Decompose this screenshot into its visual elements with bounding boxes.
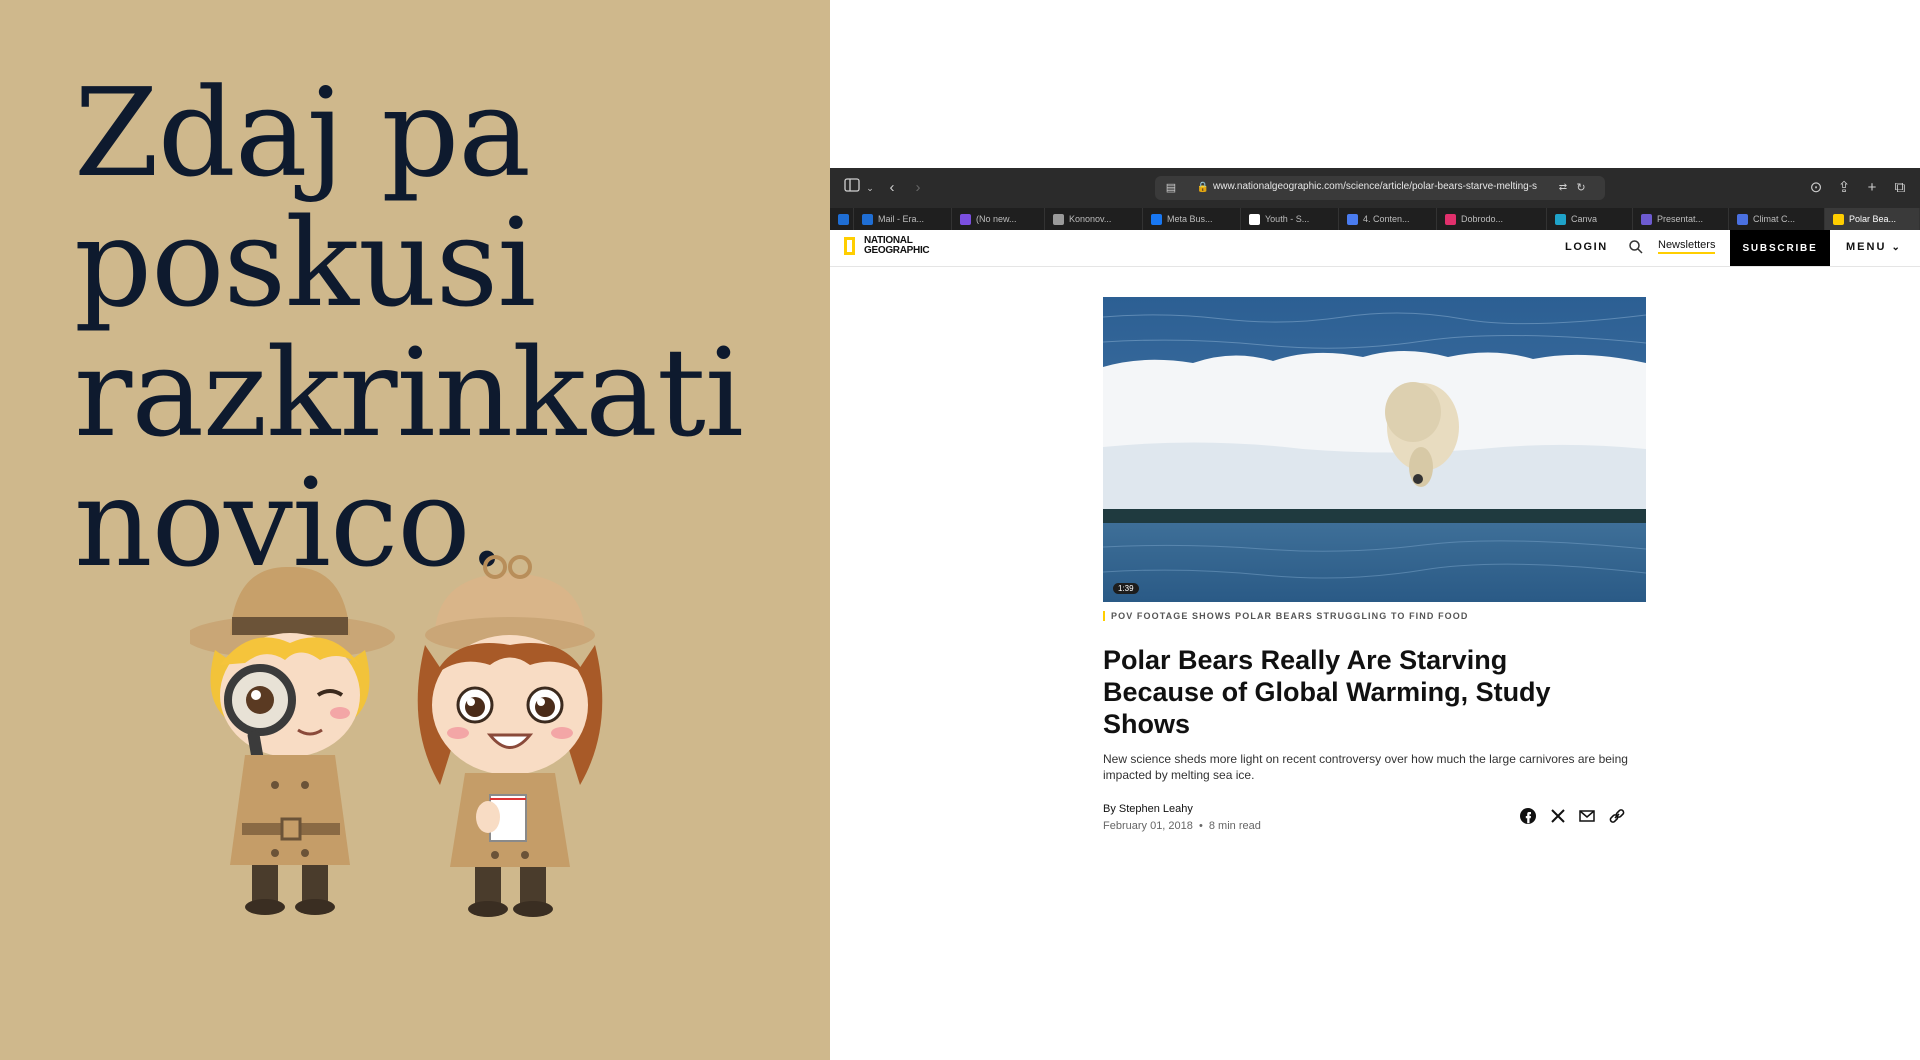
meta-separator: • [1198, 820, 1203, 832]
forward-icon[interactable]: › [908, 178, 928, 198]
article-meta: February 01, 2018 • 8 min read [1103, 820, 1261, 832]
article-date: February 01, 2018 [1103, 820, 1193, 832]
video-caption: POV FOOTAGE SHOWS POLAR BEARS STRUGGLING… [1103, 611, 1468, 621]
browser-tab[interactable]: Meta Bus... [1143, 208, 1241, 230]
tab-label: 4. Conten... [1363, 214, 1410, 224]
slide-title-line: razkrinkati [74, 322, 744, 464]
browser-window: ⌄ ‹ › ▤ 🔒 www.nationalgeographic.com/sci… [830, 168, 1920, 1060]
share-icons [1518, 806, 1648, 826]
back-icon[interactable]: ‹ [882, 178, 902, 198]
natgeo-logo-icon[interactable] [844, 237, 855, 255]
browser-tab[interactable]: Youth - S... [1241, 208, 1339, 230]
site-header: NATIONAL GEOGRAPHIC LOGIN Newsletters SU… [830, 230, 1920, 267]
docs-icon [1347, 213, 1358, 225]
browser-tab[interactable] [830, 208, 854, 230]
logo-line: GEOGRAPHIC [864, 245, 930, 256]
detective-boy [190, 566, 395, 915]
facebook-icon [1151, 213, 1162, 225]
download-icon[interactable]: ⊙ [1806, 178, 1826, 198]
sidebar-toggle-icon[interactable] [842, 178, 862, 198]
menu-label: MENU [1846, 241, 1887, 253]
chevron-down-icon: ⌄ [1891, 242, 1902, 253]
article-headline: Polar Bears Really Are Starving Because … [1103, 645, 1551, 739]
browser-tab[interactable]: (No new... [952, 208, 1045, 230]
browser-tab[interactable]: 4. Conten... [1339, 208, 1437, 230]
tab-label: Climat C... [1753, 214, 1796, 224]
facebook-icon[interactable] [1518, 806, 1538, 826]
natgeo-icon [1833, 213, 1844, 225]
shield-icon [1641, 213, 1652, 225]
subscribe-button[interactable]: SUBSCRIBE [1730, 230, 1830, 266]
detective-girl [417, 555, 603, 917]
outlook-icon [862, 213, 873, 225]
browser-tab[interactable]: Mail - Era... [854, 208, 952, 230]
tab-label: Polar Bea... [1849, 214, 1897, 224]
address-bar[interactable]: ▤ 🔒 www.nationalgeographic.com/science/a… [1155, 176, 1605, 200]
browser-tab[interactable]: Kononov... [1045, 208, 1143, 230]
tab-label: Meta Bus... [1167, 214, 1213, 224]
slide-title-line: Zdaj pa [74, 62, 531, 204]
menu-button[interactable]: MENU ⌄ [1846, 241, 1902, 253]
lock-icon: 🔒 [1196, 182, 1210, 193]
link-icon[interactable] [1607, 806, 1627, 826]
tab-label: Presentat... [1657, 214, 1704, 224]
article-dek: New science sheds more light on recent c… [1103, 752, 1628, 782]
hero-video[interactable]: 1:39 [1103, 297, 1646, 602]
slide-title-line: poskusi [74, 192, 536, 334]
tab-label: Dobrodo... [1461, 214, 1504, 224]
browser-tab[interactable]: Dobrodo... [1437, 208, 1547, 230]
reload-icon[interactable]: ↻ [1571, 178, 1591, 198]
browser-tab[interactable]: Canva [1547, 208, 1633, 230]
polar-bear-image [1103, 297, 1646, 602]
outlook-icon [838, 213, 849, 225]
browser-tab[interactable]: Polar Bea... [1825, 208, 1920, 230]
mail-icon[interactable] [1577, 806, 1597, 826]
chevron-down-icon[interactable]: ⌄ [860, 178, 880, 198]
detective-kids-illustration [190, 555, 603, 917]
tab-label: Canva [1571, 214, 1598, 224]
video-duration-badge: 1:39 [1113, 583, 1139, 594]
canva-icon [1555, 213, 1566, 225]
browser-tab[interactable]: Climat C... [1729, 208, 1825, 230]
article-byline[interactable]: By Stephen Leahy [1103, 803, 1193, 815]
shield-icon [1737, 213, 1748, 225]
tab-label: Youth - S... [1265, 214, 1310, 224]
tab-label: Mail - Era... [878, 214, 925, 224]
read-time: 8 min read [1208, 820, 1261, 832]
tab-label: (No new... [976, 214, 1017, 224]
ok-icon [1053, 213, 1064, 225]
newsletters-link[interactable]: Newsletters [1658, 239, 1716, 254]
slide-title: Zdaj pa poskusi razkrinkati novico. [74, 68, 814, 588]
slide-panel: Zdaj pa poskusi razkrinkati novico. [0, 0, 830, 1060]
url-text[interactable]: www.nationalgeographic.com/science/artic… [1213, 181, 1543, 192]
x-icon[interactable] [1548, 806, 1568, 826]
tab-label: Kononov... [1069, 214, 1112, 224]
reader-icon[interactable]: ▤ [1161, 178, 1181, 198]
tab-bar: Mail - Era... (No new... Kononov... Meta Bu… [830, 208, 1920, 231]
natgeo-logo-text[interactable]: NATIONAL GEOGRAPHIC [864, 236, 934, 256]
tab-overview-icon[interactable]: ⧉ [1890, 178, 1910, 198]
mail-icon [960, 213, 971, 225]
search-icon[interactable] [1628, 239, 1644, 255]
google-icon [1249, 213, 1260, 225]
share-icon[interactable]: ⇪ [1834, 178, 1854, 198]
browser-toolbar: ⌄ ‹ › ▤ 🔒 www.nationalgeographic.com/sci… [830, 168, 1920, 208]
browser-tab[interactable]: Presentat... [1633, 208, 1729, 230]
instagram-icon [1445, 213, 1456, 225]
new-tab-icon[interactable]: + [1862, 178, 1882, 198]
translate-icon[interactable]: ⇄ [1553, 178, 1573, 198]
login-link[interactable]: LOGIN [1565, 241, 1608, 253]
